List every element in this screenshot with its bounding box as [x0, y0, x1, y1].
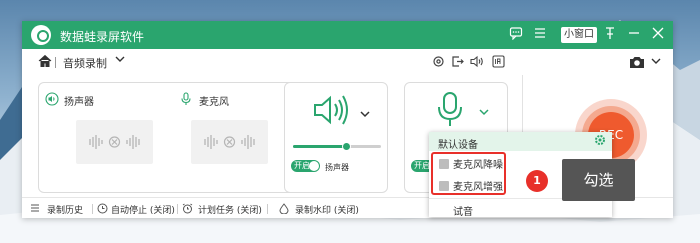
microphone-icon[interactable]	[435, 92, 465, 132]
audio-sources-card: 扬声器 麦克风	[38, 82, 296, 193]
fit-icon[interactable]	[492, 55, 505, 71]
mini-window-button[interactable]: 小窗口	[561, 27, 597, 43]
history-button[interactable]: 录制历史	[47, 203, 83, 216]
bottom-separator	[92, 204, 93, 214]
camera-icon[interactable]	[629, 55, 645, 72]
alarm-icon[interactable]	[182, 203, 193, 217]
speaker-toggle[interactable]: 开启	[291, 160, 320, 172]
gear-icon[interactable]	[594, 134, 606, 149]
chevron-down-icon[interactable]	[650, 55, 662, 70]
speaker-control-card: 开启 扬声器	[284, 82, 388, 193]
annotation-highlight-box	[431, 152, 506, 195]
mode-label[interactable]: 音频录制	[63, 55, 107, 71]
chevron-down-icon[interactable]	[114, 53, 126, 68]
pin-icon[interactable]	[601, 26, 619, 44]
auto-stop-button[interactable]: 自动停止 (关闭)	[111, 203, 175, 216]
speaker-icon[interactable]	[470, 55, 484, 71]
mic-source-icon	[179, 92, 193, 109]
default-device-label: 默认设备	[438, 140, 478, 151]
menu-icon[interactable]	[531, 26, 549, 44]
minimize-icon[interactable]	[625, 26, 643, 44]
clock-icon[interactable]	[97, 203, 108, 217]
feedback-icon[interactable]	[507, 26, 525, 44]
watermark-button[interactable]: 录制水印 (关闭)	[295, 203, 359, 216]
annotation-step-badge: 1	[526, 170, 548, 192]
exit-icon[interactable]	[451, 55, 464, 71]
gear-icon[interactable]	[432, 55, 445, 71]
annotation-callout: 勾选	[562, 159, 635, 201]
home-icon[interactable]	[38, 54, 52, 72]
app-logo	[31, 25, 51, 45]
speaker-volume-slider[interactable]	[293, 142, 381, 151]
speaker-volume-icon[interactable]	[311, 94, 351, 130]
bottom-separator	[177, 204, 178, 214]
mic-source-label: 麦克风	[199, 97, 229, 108]
speaker-source-icon	[45, 92, 59, 109]
title-bar: 数据蛙录屏软件 小窗口	[22, 21, 673, 49]
close-icon[interactable]	[649, 26, 667, 44]
speaker-toggle-label: 扬声器	[325, 163, 349, 172]
mic-waveform-placeholder	[191, 120, 268, 164]
watermark-icon[interactable]	[279, 203, 289, 217]
app-title: 数据蛙录屏软件	[60, 30, 145, 44]
toolbar: 音频录制	[22, 49, 673, 75]
chevron-down-icon[interactable]	[359, 105, 371, 124]
schedule-button[interactable]: 计划任务 (关闭)	[198, 203, 262, 216]
toolbar-separator	[55, 57, 56, 68]
history-icon[interactable]	[30, 203, 40, 216]
default-device-row[interactable]: 默认设备	[429, 132, 612, 151]
speaker-volume-knob[interactable]	[341, 142, 351, 151]
speaker-volume-fill	[293, 145, 346, 148]
chevron-down-icon[interactable]	[478, 103, 490, 122]
test-audio-label: 试音	[453, 207, 473, 218]
speaker-waveform-placeholder	[76, 120, 153, 164]
bottom-separator	[267, 204, 268, 214]
speaker-source-label: 扬声器	[64, 97, 94, 108]
